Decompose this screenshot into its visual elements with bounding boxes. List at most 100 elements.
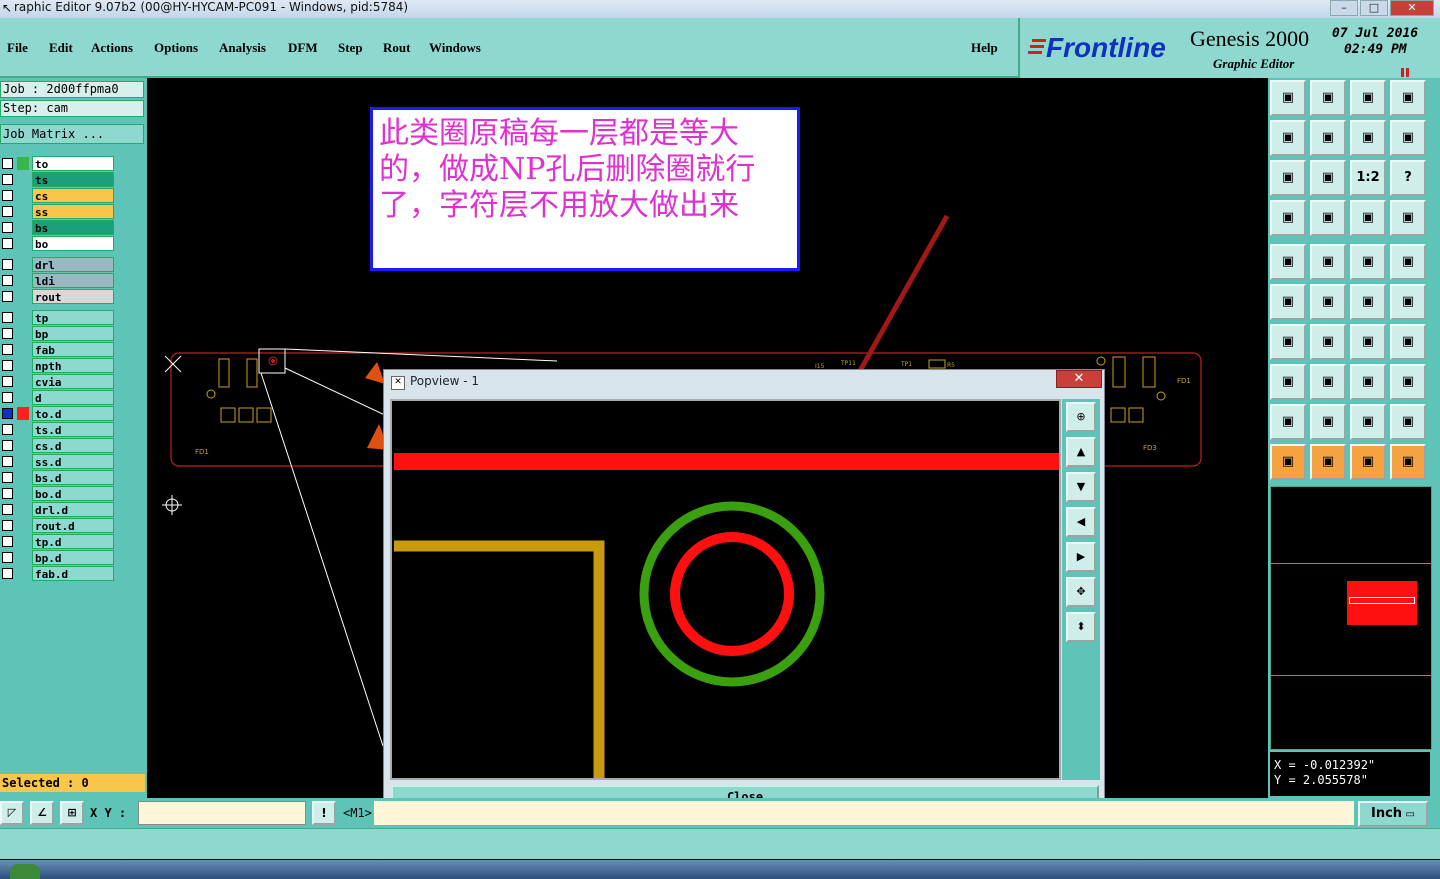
layer-checkbox[interactable]	[2, 376, 13, 387]
layer-checkbox[interactable]	[2, 222, 13, 233]
snap-mode-icon[interactable]: ◸	[0, 801, 24, 825]
tri-c-icon[interactable]: ▣	[1350, 404, 1386, 440]
menu-file[interactable]: File	[7, 40, 28, 56]
layer-checkbox[interactable]	[2, 552, 13, 563]
layer-checkbox[interactable]	[2, 440, 13, 451]
tri-d-icon[interactable]: ▣	[1390, 404, 1426, 440]
layer-row[interactable]: drl	[0, 257, 118, 272]
menu-help[interactable]: Help	[971, 40, 998, 56]
net-a-icon[interactable]: ▣	[1350, 200, 1386, 236]
layer-color-swatch[interactable]	[17, 311, 29, 324]
fit-icon[interactable]: ▣	[1270, 160, 1306, 196]
grid-mode-icon[interactable]: ⊞	[60, 801, 84, 825]
layer-row[interactable]: to	[0, 156, 118, 171]
layer-checkbox[interactable]	[2, 158, 13, 169]
tri-a-icon[interactable]: ▣	[1270, 404, 1306, 440]
layer-checkbox[interactable]	[2, 275, 13, 286]
layer-name[interactable]: tp	[32, 310, 114, 325]
zoom-window-icon[interactable]: ▣	[1390, 80, 1426, 116]
layer-name[interactable]: bp.d	[32, 550, 114, 565]
zone-icon[interactable]: ▣	[1310, 244, 1346, 280]
display-ctrl-icon[interactable]: ▣	[1270, 200, 1306, 236]
layer-row[interactable]: bs	[0, 220, 118, 235]
layer-name[interactable]: to.d	[32, 406, 114, 421]
sel-d-icon[interactable]: ▣	[1390, 364, 1426, 400]
layer-row[interactable]: tp.d	[0, 534, 118, 549]
move-blue-icon[interactable]: ▣	[1390, 284, 1426, 320]
layer-color-swatch[interactable]	[17, 423, 29, 436]
layer-checkbox[interactable]	[2, 291, 13, 302]
menu-dfm[interactable]: DFM	[288, 40, 318, 56]
layer-checkbox[interactable]	[2, 259, 13, 270]
layer-row[interactable]: drl.d	[0, 502, 118, 517]
layer-name[interactable]: bs.d	[32, 470, 114, 485]
layer-name[interactable]: cs.d	[32, 438, 114, 453]
layer-name[interactable]: d	[32, 390, 114, 405]
overview-map[interactable]	[1270, 486, 1432, 750]
arrow-box-icon[interactable]: ▣	[1310, 444, 1346, 480]
menu-rout[interactable]: Rout	[383, 40, 410, 56]
sel-c-icon[interactable]: ▣	[1350, 364, 1386, 400]
layer-name[interactable]: cs	[32, 188, 114, 203]
layer-color-swatch[interactable]	[17, 157, 29, 170]
layer-color-swatch[interactable]	[17, 359, 29, 372]
layer-row[interactable]: ss.d	[0, 454, 118, 469]
layer-checkbox[interactable]	[2, 568, 13, 579]
close-window-button[interactable]: ✕	[1390, 0, 1434, 16]
menu-actions[interactable]: Actions	[91, 40, 133, 56]
center-icon[interactable]: ▣	[1310, 160, 1346, 196]
menu-windows[interactable]: Windows	[429, 40, 481, 56]
xy-input[interactable]	[138, 801, 306, 825]
ruler-icon[interactable]: ▣	[1350, 244, 1386, 280]
layer-name[interactable]: to	[32, 156, 114, 171]
layer-name[interactable]: fab.d	[32, 566, 114, 581]
menu-analysis[interactable]: Analysis	[219, 40, 266, 56]
layer-row[interactable]: npth	[0, 358, 118, 373]
s-curve-icon[interactable]: ▣	[1390, 120, 1426, 156]
layer-color-swatch[interactable]	[17, 205, 29, 218]
wave-icon[interactable]: ▣	[1390, 444, 1426, 480]
layer-checkbox[interactable]	[2, 312, 13, 323]
layer-name[interactable]: rout.d	[32, 518, 114, 533]
layer-name[interactable]: tp.d	[32, 534, 114, 549]
net-b-icon[interactable]: ▣	[1390, 200, 1426, 236]
layer-row[interactable]: bo.d	[0, 486, 118, 501]
undo-icon[interactable]: ▣	[1350, 324, 1386, 360]
layer-color-swatch[interactable]	[17, 535, 29, 548]
menu-step[interactable]: Step	[338, 40, 363, 56]
layer-color-swatch[interactable]	[17, 290, 29, 303]
sel-b-icon[interactable]: ▣	[1310, 364, 1346, 400]
layer-name[interactable]: ldi	[32, 273, 114, 288]
layer-row[interactable]: fab	[0, 342, 118, 357]
1:2-icon[interactable]: 1:2	[1350, 160, 1386, 196]
snap-icon[interactable]: ▣	[1350, 120, 1386, 156]
layer-checkbox[interactable]	[2, 344, 13, 355]
layer-checkbox[interactable]	[2, 392, 13, 403]
layer-checkbox[interactable]	[2, 536, 13, 547]
help-icon[interactable]: ?	[1390, 160, 1426, 196]
minimize-button[interactable]: –	[1330, 0, 1358, 16]
layer-color-swatch[interactable]	[17, 487, 29, 500]
layer-checkbox[interactable]	[2, 424, 13, 435]
layer-color-swatch[interactable]	[17, 258, 29, 271]
layer-color-swatch[interactable]	[17, 471, 29, 484]
layer-name[interactable]: bs	[32, 220, 114, 235]
layer-color-swatch[interactable]	[17, 189, 29, 202]
layer-name[interactable]: drl	[32, 257, 114, 272]
popview-canvas[interactable]	[390, 399, 1061, 780]
select-pad-icon[interactable]: ▣	[1270, 244, 1306, 280]
angle-mode-icon[interactable]: ∠	[30, 801, 54, 825]
pop-center-icon[interactable]: ⬍	[1066, 612, 1096, 642]
layer-name[interactable]: fab	[32, 342, 114, 357]
layer-name[interactable]: rout	[32, 289, 114, 304]
tri-b-icon[interactable]: ▣	[1310, 404, 1346, 440]
layer-color-swatch[interactable]	[17, 439, 29, 452]
layer-checkbox[interactable]	[2, 520, 13, 531]
layer-checkbox[interactable]	[2, 504, 13, 515]
connect-icon[interactable]: ▣	[1270, 284, 1306, 320]
layer-name[interactable]: ss	[32, 204, 114, 219]
line-icon[interactable]: ▣	[1270, 324, 1306, 360]
arrow-icon[interactable]: ▣	[1270, 444, 1306, 480]
layer-row[interactable]: cvia	[0, 374, 118, 389]
layer-checkbox[interactable]	[2, 472, 13, 483]
